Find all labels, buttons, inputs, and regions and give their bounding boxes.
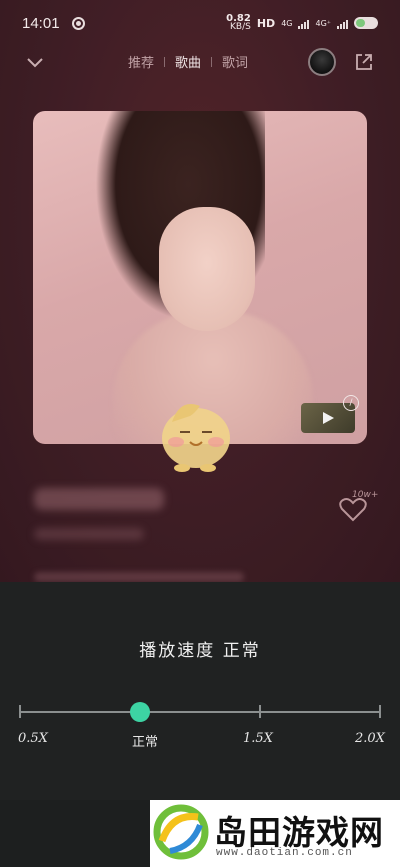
song-artist-blurred [34, 528, 144, 540]
cover-portrait-face [159, 207, 255, 331]
video-info-icon: / [343, 395, 359, 411]
vpn-icon [71, 16, 85, 30]
status-time: 14:01 [22, 14, 60, 32]
speed-slider-track[interactable] [19, 711, 381, 713]
heart-icon[interactable] [338, 494, 368, 524]
speed-option-2-0x[interactable]: 2.0X [355, 731, 385, 746]
net-speed: 0.82 KB/S [226, 14, 251, 32]
tab-recommend[interactable]: 推荐 [128, 52, 154, 71]
tab-lyrics[interactable]: 歌词 [222, 52, 248, 71]
status-bar: 14:01 0.82 KB/S HD 4G 4G⁺ [0, 0, 400, 46]
playback-speed-sheet [0, 582, 400, 800]
share-icon[interactable] [354, 52, 374, 72]
playback-speed-title: 播放速度 正常 [139, 641, 261, 661]
player-top-bar: 推荐 歌曲 歌词 [0, 46, 400, 82]
signal-icon-2 [337, 18, 348, 29]
tab-song[interactable]: 歌曲 [175, 52, 201, 71]
speed-tick-3 [379, 705, 381, 718]
network-type-1: 4G [281, 18, 293, 28]
speed-slider-knob[interactable] [130, 702, 150, 722]
tab-divider [164, 56, 166, 67]
chevron-down-icon[interactable] [26, 54, 44, 72]
player-background: 14:01 0.82 KB/S HD 4G 4G⁺ 推荐 歌曲 歌词 / 10w… [0, 0, 400, 582]
speed-option-normal[interactable]: 正常 [132, 731, 158, 750]
watermark-logo-icon [153, 804, 209, 860]
battery-icon [354, 17, 378, 29]
net-speed-unit: KB/S [230, 22, 251, 32]
speed-tick-2 [259, 705, 261, 718]
hd-voice-icon: HD [256, 16, 276, 30]
signal-icon-1 [298, 18, 310, 29]
song-title-blurred [34, 488, 164, 510]
network-type-2: 4G⁺ [315, 18, 331, 28]
speed-option-0-5x[interactable]: 0.5X [18, 731, 48, 746]
lyric-line-blurred [34, 572, 244, 582]
watermark-url: www.daotian.com.cn [216, 847, 353, 859]
player-tabs: 推荐 歌曲 歌词 [128, 52, 248, 71]
mascot-sticker-icon [162, 404, 230, 472]
status-indicators: 0.82 KB/S HD 4G 4G⁺ [226, 14, 378, 32]
speed-option-1-5x[interactable]: 1.5X [243, 731, 273, 746]
speed-tick-0 [19, 705, 21, 718]
tab-divider [211, 56, 213, 67]
user-avatar[interactable] [308, 48, 336, 76]
